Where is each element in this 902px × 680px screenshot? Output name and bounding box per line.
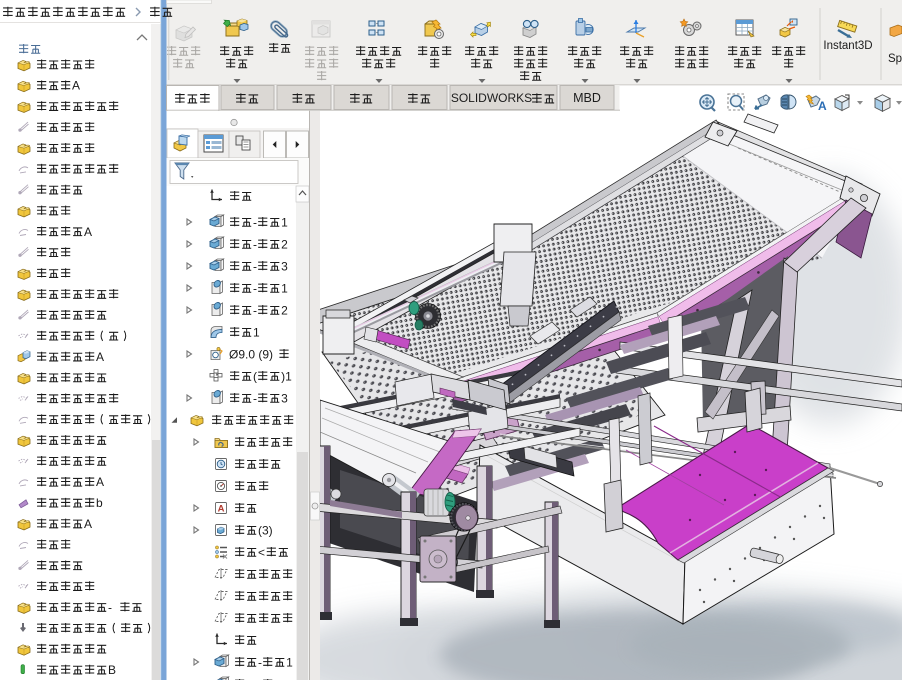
- svg-text:-: -: [253, 391, 257, 405]
- svg-text:A: A: [84, 517, 92, 531]
- svg-text:)1: )1: [281, 369, 292, 383]
- svg-text:2: 2: [281, 303, 288, 317]
- svg-text:3: 3: [281, 391, 288, 405]
- svg-text:-: -: [253, 237, 257, 251]
- svg-text:SOLIDWORKS: SOLIDWORKS: [451, 91, 532, 105]
- svg-text:<: <: [258, 545, 265, 559]
- svg-text:Ø9.0 (9): Ø9.0 (9): [229, 347, 273, 361]
- svg-text:1: 1: [253, 325, 260, 339]
- svg-text:A: A: [84, 225, 92, 239]
- svg-text:-: -: [108, 600, 112, 614]
- svg-text:-: -: [258, 655, 262, 669]
- svg-text:A: A: [72, 79, 80, 93]
- svg-text:A: A: [96, 475, 104, 489]
- svg-text:MBD: MBD: [573, 91, 601, 105]
- svg-text:1: 1: [281, 281, 288, 295]
- svg-text:-: -: [253, 259, 257, 273]
- svg-text:A: A: [218, 504, 225, 515]
- svg-text:3: 3: [281, 259, 288, 273]
- svg-text:Instant3D: Instant3D: [823, 40, 872, 52]
- svg-text:A: A: [818, 99, 827, 113]
- svg-text:Sp: Sp: [888, 53, 902, 65]
- svg-text:-: -: [253, 303, 257, 317]
- svg-text:2: 2: [281, 237, 288, 251]
- svg-text:1: 1: [286, 655, 293, 669]
- svg-text:(3): (3): [258, 523, 273, 537]
- svg-text:-: -: [253, 215, 257, 229]
- svg-text:b: b: [96, 496, 103, 510]
- svg-text:1: 1: [281, 215, 288, 229]
- svg-text:A: A: [96, 350, 104, 364]
- svg-text:(: (: [253, 369, 257, 383]
- svg-text:-: -: [253, 281, 257, 295]
- svg-text:B: B: [108, 663, 116, 677]
